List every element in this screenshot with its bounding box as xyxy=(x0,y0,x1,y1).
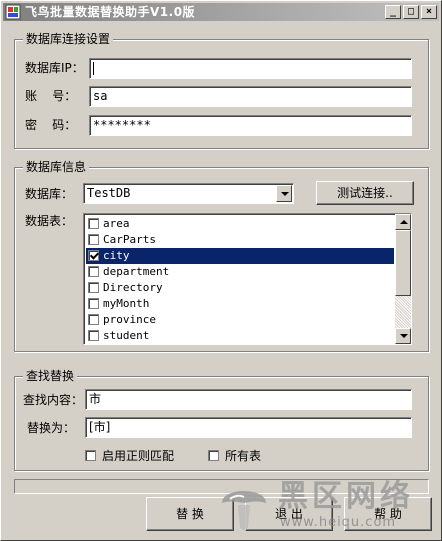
database-info-legend: 数据库信息 xyxy=(23,160,90,174)
title-bar[interactable]: 飞鸟批量数据替换助手V1.0版 _ □ × xyxy=(3,3,439,21)
window-title: 飞鸟批量数据替换助手V1.0版 xyxy=(25,5,196,19)
table-name: student xyxy=(103,329,150,342)
replace-button-label: 替 换 xyxy=(176,507,204,521)
table-name: Directory xyxy=(103,281,163,294)
replace-value: [市] xyxy=(89,420,111,434)
all-tables-checkbox-label: 所有表 xyxy=(225,449,262,463)
watermark-url: www.heiqu.com xyxy=(280,515,397,530)
replace-input[interactable]: [市] xyxy=(85,417,412,438)
table-list-item[interactable]: department xyxy=(86,264,394,280)
table-name: myMonth xyxy=(103,297,150,310)
db-ip-input[interactable] xyxy=(89,58,412,79)
table-name: CarParts xyxy=(103,233,156,246)
replace-label: 替换为： xyxy=(27,421,76,435)
table-checkbox[interactable] xyxy=(88,330,99,341)
maximize-icon: □ xyxy=(407,6,415,17)
all-tables-checkbox[interactable]: 所有表 xyxy=(208,449,278,463)
database-selected-value: TestDB xyxy=(87,186,131,200)
password-label: 密 码： xyxy=(25,118,77,132)
find-input[interactable]: 市 xyxy=(85,389,412,410)
password-value: ******** xyxy=(93,118,151,132)
regex-checkbox-label: 启用正则匹配 xyxy=(102,449,175,463)
table-checkbox[interactable] xyxy=(88,282,99,293)
table-checkbox[interactable] xyxy=(88,314,99,325)
password-input[interactable]: ******** xyxy=(89,115,412,136)
scroll-down-button[interactable] xyxy=(395,328,411,344)
table-list-item[interactable]: student xyxy=(86,328,394,344)
close-button[interactable]: × xyxy=(421,5,437,19)
table-checkbox[interactable] xyxy=(88,234,99,245)
table-name: city xyxy=(103,249,130,262)
watermark-brand: 黑区网络 xyxy=(278,479,414,514)
find-value: 市 xyxy=(89,392,102,406)
table-list-item[interactable]: area xyxy=(86,216,394,232)
maximize-button[interactable]: □ xyxy=(403,5,419,19)
table-list-item[interactable]: CarParts xyxy=(86,232,394,248)
table-list-item[interactable]: myMonth xyxy=(86,296,394,312)
test-connection-button[interactable]: 测试连接.. xyxy=(316,181,414,205)
database-label: 数据库： xyxy=(25,187,74,201)
account-input[interactable]: sa xyxy=(89,86,412,107)
regex-checkbox-box[interactable] xyxy=(85,450,96,461)
account-value: sa xyxy=(93,89,108,103)
connection-settings-legend: 数据库连接设置 xyxy=(23,32,114,46)
tables-scrollbar[interactable] xyxy=(395,214,411,344)
tables-label: 数据表： xyxy=(25,214,74,228)
mushroom-logo-icon xyxy=(222,491,266,530)
table-list-item[interactable]: Directory xyxy=(86,280,394,296)
main-window: 飞鸟批量数据替换助手V1.0版 _ □ × 数据库连接设置 数据库IP： 账 号… xyxy=(0,0,442,541)
chevron-down-icon[interactable] xyxy=(276,185,292,202)
app-icon xyxy=(5,4,21,20)
minimize-button[interactable]: _ xyxy=(385,5,401,19)
regex-checkbox[interactable]: 启用正则匹配 xyxy=(85,449,185,463)
table-checkbox[interactable] xyxy=(88,250,99,261)
all-tables-checkbox-box[interactable] xyxy=(208,450,219,461)
tables-listbox[interactable]: area CarParts city department Directory … xyxy=(83,213,412,345)
database-select[interactable]: TestDB xyxy=(83,183,294,204)
scroll-up-button[interactable] xyxy=(395,214,411,230)
table-checkbox[interactable] xyxy=(88,298,99,309)
find-replace-legend: 查找替换 xyxy=(23,369,78,383)
table-name: area xyxy=(103,217,130,230)
table-name: province xyxy=(103,313,156,326)
find-label: 查找内容： xyxy=(23,393,84,407)
test-connection-label: 测试连接.. xyxy=(337,186,393,200)
table-checkbox[interactable] xyxy=(88,218,99,229)
watermark: 黑区网络 www.heiqu.com xyxy=(216,479,438,539)
table-list-item[interactable]: city xyxy=(86,248,394,264)
close-icon: × xyxy=(425,6,433,17)
scroll-thumb[interactable] xyxy=(395,230,411,296)
db-ip-label: 数据库IP： xyxy=(25,61,84,75)
account-label: 账 号： xyxy=(25,89,77,103)
minimize-icon: _ xyxy=(389,6,397,17)
table-checkbox[interactable] xyxy=(88,266,99,277)
text-caret xyxy=(93,62,94,75)
table-name: department xyxy=(103,265,170,278)
table-list-item[interactable]: province xyxy=(86,312,394,328)
